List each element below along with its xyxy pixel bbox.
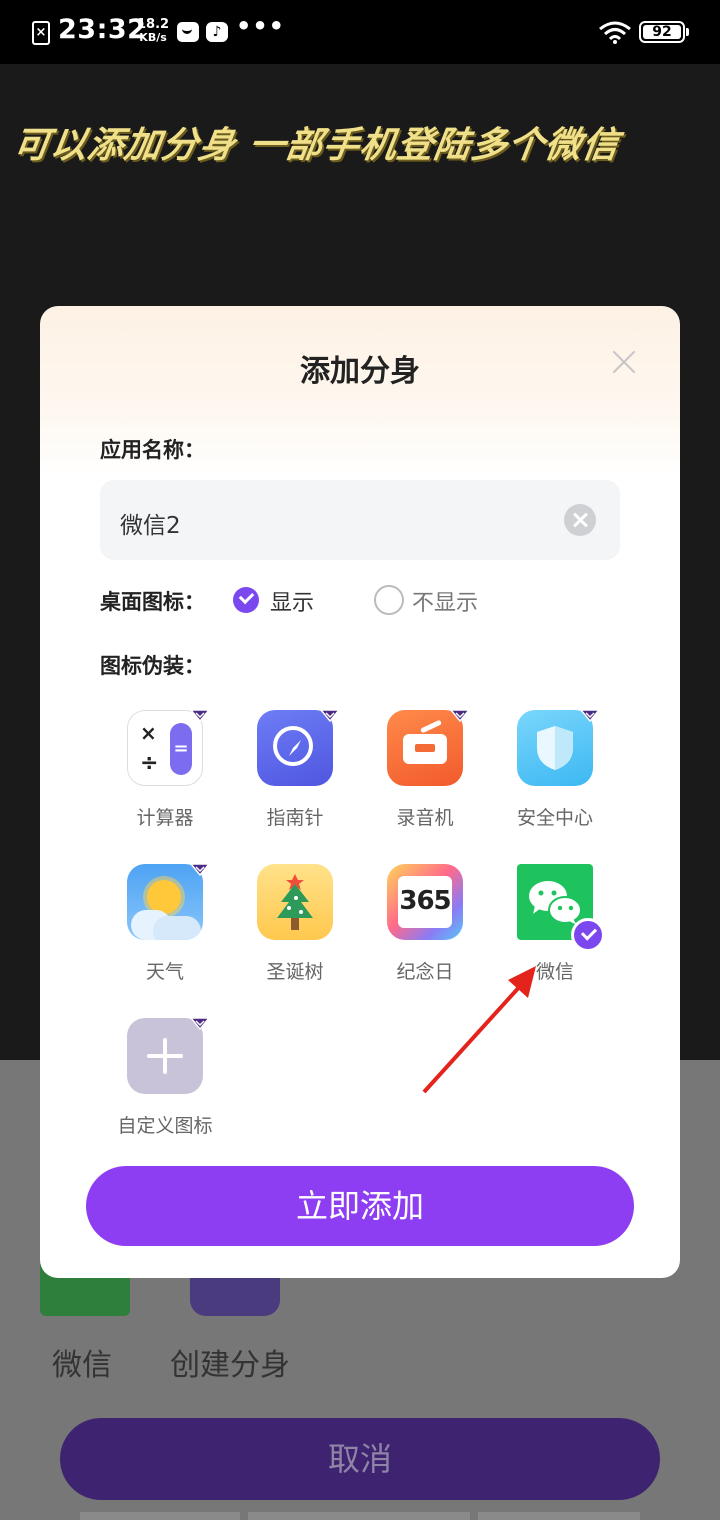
network-speed: 18.2 KB/s — [137, 18, 169, 44]
icon-option-weather[interactable] — [127, 863, 211, 940]
tiktok-notification-icon: ♪ — [206, 22, 228, 42]
vip-badge-icon — [319, 709, 341, 723]
close-icon[interactable] — [610, 348, 638, 376]
network-speed-value: 18.2 — [137, 17, 170, 32]
icon-option-christmas-tree[interactable] — [257, 864, 333, 940]
battery-tip — [686, 28, 689, 36]
hide-radio[interactable] — [374, 585, 404, 615]
selected-check-icon — [571, 918, 605, 952]
icon-option-anniversary[interactable]: 365 — [387, 864, 463, 940]
icon-option-compass[interactable] — [257, 709, 341, 786]
background-strip — [478, 1512, 640, 1520]
app-name-input[interactable]: 微信2 — [100, 480, 620, 560]
background-strip — [80, 1512, 240, 1520]
wifi-icon — [599, 21, 631, 44]
status-time: 23:32 — [58, 14, 147, 45]
hide-option-label[interactable]: 不显示 — [412, 585, 478, 617]
christmas-tree-icon — [257, 864, 333, 940]
cancel-button[interactable]: 取消 — [60, 1418, 660, 1500]
show-radio[interactable] — [233, 587, 259, 613]
icon-option-wechat[interactable] — [517, 864, 605, 952]
anniversary-icon: 365 — [387, 864, 463, 940]
more-notifications-icon: ••• — [236, 12, 286, 40]
icon-label-security: 安全中心 — [516, 807, 593, 829]
icon-option-recorder[interactable] — [387, 709, 471, 786]
show-option-label[interactable]: 显示 — [270, 585, 314, 617]
dialog-title: 添加分身 — [300, 354, 420, 389]
status-bar: × 23:32 18.2 KB/s ♪ ••• 92 — [0, 0, 720, 64]
icon-option-security[interactable] — [517, 709, 601, 786]
annotation-arrow-icon — [422, 966, 536, 1094]
icon-label-calculator: 计算器 — [136, 807, 194, 829]
add-clone-dialog: 添加分身 应用名称： 微信2 桌面图标： 显示 不显示 图标伪装： × ÷ = … — [40, 306, 680, 1278]
vip-badge-icon — [189, 863, 211, 877]
background-strip — [248, 1512, 470, 1520]
icon-option-calculator[interactable]: × ÷ = — [127, 709, 211, 786]
vip-badge-icon — [189, 1017, 211, 1031]
battery-icon: 92 — [639, 21, 685, 43]
app-name-label: 应用名称： — [100, 438, 205, 462]
icon-label-custom: 自定义图标 — [117, 1115, 213, 1137]
background-create-label: 创建分身 — [170, 1348, 290, 1383]
caption-text: 可以添加分身 一部手机登陆多个微信 — [10, 125, 622, 166]
icon-label-recorder: 录音机 — [396, 807, 454, 829]
clear-input-icon[interactable] — [564, 504, 596, 536]
notification-app-icon — [177, 22, 199, 42]
vip-badge-icon — [449, 709, 471, 723]
vip-badge-icon — [579, 709, 601, 723]
anniversary-number: 365 — [399, 886, 451, 916]
icon-option-custom[interactable] — [127, 1017, 211, 1094]
background-wechat-label: 微信 — [52, 1348, 112, 1383]
icon-disguise-label: 图标伪装： — [100, 654, 205, 678]
icon-label-weather: 天气 — [145, 961, 184, 983]
network-speed-unit: KB/s — [139, 31, 167, 44]
add-now-button[interactable]: 立即添加 — [86, 1166, 634, 1246]
desktop-icon-label: 桌面图标： — [100, 590, 205, 614]
no-sim-icon: × — [32, 21, 50, 45]
vip-badge-icon — [189, 709, 211, 723]
battery-level: 92 — [643, 25, 681, 39]
icon-label-compass: 指南针 — [266, 807, 324, 829]
icon-label-christmas-tree: 圣诞树 — [266, 961, 324, 983]
app-name-value: 微信2 — [120, 513, 181, 539]
